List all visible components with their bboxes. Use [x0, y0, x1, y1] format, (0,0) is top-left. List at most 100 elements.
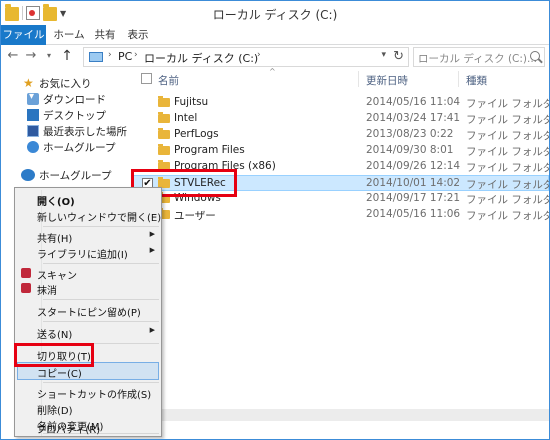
file-type: ファイル フォルダー	[466, 194, 549, 206]
nav-item-downloads[interactable]: ダウンロード	[27, 91, 106, 107]
column-header-type[interactable]: 種類	[466, 73, 487, 88]
column-header-name[interactable]: 名前	[158, 73, 179, 88]
file-list: ^ 名前 更新日時 種類 Fujitsu 2014/05/16 11:04 ファ…	[132, 67, 549, 439]
explorer-window: ▼ ローカル ディスク (C:) ファイル ホーム 共有 表示 ← → ▾ ↑ …	[0, 0, 550, 440]
column-headers: ^ 名前 更新日時 種類	[134, 67, 549, 89]
breadcrumb-current[interactable]: ローカル ディスク (C:)	[144, 50, 258, 66]
window-title: ローカル ディスク (C:)	[212, 8, 338, 22]
file-name: Program Files	[174, 144, 245, 156]
nav-item-homegroup-fav[interactable]: ホームグループ	[27, 139, 116, 155]
nav-label: ダウンロード	[43, 93, 106, 106]
menu-item-send-to[interactable]: 送る(N) ▶	[17, 324, 159, 341]
menu-item-properties[interactable]: プロパティ(R)	[16, 419, 158, 436]
file-type: ファイル フォルダー	[466, 98, 549, 110]
menu-item-erase[interactable]: 抹消	[17, 280, 159, 297]
context-menu: 開く(O) 新しいウィンドウで開く(E) 共有(H) ▶ ライブラリに追加(I)…	[14, 187, 162, 437]
menu-divider	[43, 321, 159, 322]
chevron-right-icon[interactable]: ›	[134, 50, 138, 60]
submenu-arrow-icon: ▶	[149, 326, 155, 334]
breadcrumb-pc[interactable]: PC	[118, 50, 132, 63]
file-name: PerfLogs	[174, 128, 219, 140]
select-all-checkbox[interactable]	[141, 73, 152, 84]
back-arrow-icon[interactable]: ←	[5, 48, 21, 64]
refresh-icon[interactable]: ↻	[393, 49, 404, 64]
menu-item-label: ライブラリに追加(I)	[37, 250, 128, 261]
column-header-date[interactable]: 更新日時	[366, 73, 408, 88]
download-icon	[27, 91, 39, 105]
sort-ascending-icon: ^	[269, 67, 276, 76]
folder-icon	[158, 112, 170, 123]
file-type: ファイル フォルダー	[466, 130, 549, 142]
pc-icon	[89, 52, 103, 62]
recent-places-icon	[27, 125, 39, 137]
column-divider[interactable]	[458, 71, 459, 87]
tab-share[interactable]: 共有	[91, 25, 119, 45]
address-dropdown-icon[interactable]: ▾	[381, 50, 386, 60]
column-divider[interactable]	[358, 71, 359, 87]
nav-label: お気に入り	[39, 77, 92, 90]
folder-icon	[158, 128, 170, 139]
recent-dropdown-icon[interactable]: ▾	[41, 48, 57, 64]
menu-item-delete[interactable]: 削除(D)	[17, 400, 159, 417]
nav-label: ホームグループ	[43, 141, 116, 154]
folder-icon	[158, 144, 170, 155]
menu-item-open-new-window[interactable]: 新しいウィンドウで開く(E)	[17, 207, 161, 224]
table-row[interactable]: ユーザー 2014/05/16 11:06 ファイル フォルダー	[134, 207, 549, 223]
address-bar[interactable]: › PC › ローカル ディスク (C:) › ▾ ↻	[83, 47, 409, 67]
menu-item-create-shortcut[interactable]: ショートカットの作成(S)	[17, 384, 159, 401]
highlight-box	[14, 343, 94, 367]
file-type: ファイル フォルダー	[466, 210, 549, 222]
folder-icon	[158, 96, 170, 107]
horizontal-scrollbar[interactable]	[161, 409, 549, 421]
file-date: 2014/10/01 14:02	[366, 177, 461, 189]
file-type: ファイル フォルダー	[466, 114, 549, 126]
nav-label: 最近表示した場所	[43, 125, 127, 138]
tab-file[interactable]: ファイル	[1, 25, 46, 45]
menu-item-label: 共有(H)	[37, 234, 73, 245]
table-row[interactable]: PerfLogs 2013/08/23 0:22 ファイル フォルダー	[134, 127, 549, 143]
title-bar: ▼ ローカル ディスク (C:)	[1, 1, 549, 25]
file-date: 2014/09/30 8:01	[366, 144, 454, 156]
file-name: ユーザー	[174, 210, 216, 222]
nav-item-favorites[interactable]: ★ お気に入り	[23, 75, 92, 91]
file-name: Fujitsu	[174, 96, 209, 108]
nav-item-recent-places[interactable]: 最近表示した場所	[27, 123, 127, 139]
nav-item-desktop[interactable]: デスクトップ	[27, 107, 106, 123]
homegroup-icon	[21, 169, 35, 181]
menu-item-label: 削除(D)	[37, 406, 73, 417]
tab-home[interactable]: ホーム	[51, 25, 87, 45]
chevron-right-icon[interactable]: ›	[257, 50, 261, 60]
file-date: 2014/05/16 11:04	[366, 96, 461, 108]
menu-item-label: ショートカットの作成(S)	[37, 390, 152, 401]
menu-item-open[interactable]: 開く(O)	[17, 191, 159, 208]
menu-item-label: コピー(C)	[37, 369, 82, 380]
menu-item-label: 送る(N)	[37, 330, 73, 341]
search-box[interactable]: ローカル ディスク (C:)...	[413, 47, 545, 67]
menu-item-add-to-library[interactable]: ライブラリに追加(I) ▶	[17, 244, 159, 261]
menu-item-share[interactable]: 共有(H) ▶	[17, 228, 159, 245]
up-arrow-icon[interactable]: ↑	[59, 48, 75, 64]
search-icon[interactable]	[530, 51, 540, 61]
menu-divider	[43, 263, 159, 264]
file-date: 2013/08/23 0:22	[366, 128, 454, 140]
table-row[interactable]: Program Files 2014/09/30 8:01 ファイル フォルダー	[134, 143, 549, 159]
tab-view[interactable]: 表示	[123, 25, 153, 45]
menu-divider	[43, 299, 159, 300]
menu-item-pin-to-start[interactable]: スタートにピン留め(P)	[17, 302, 159, 319]
nav-label: ホームグループ	[39, 169, 112, 182]
chevron-right-icon[interactable]: ›	[108, 50, 112, 60]
file-date: 2014/05/16 11:06	[366, 208, 461, 220]
ribbon-tabs: ファイル ホーム 共有 表示	[1, 25, 549, 45]
menu-item-label: プロパティ(R)	[36, 425, 101, 436]
address-row: ← → ▾ ↑ › PC › ローカル ディスク (C:) › ▾ ↻ ローカル…	[1, 45, 549, 69]
forward-arrow-icon[interactable]: →	[23, 48, 39, 64]
table-row[interactable]: Intel 2014/03/24 17:41 ファイル フォルダー	[134, 111, 549, 127]
nav-item-homegroup[interactable]: ホームグループ	[21, 167, 112, 183]
search-input[interactable]: ローカル ディスク (C:)...	[418, 51, 537, 66]
file-type: ファイル フォルダー	[466, 162, 549, 174]
antivirus-icon	[21, 268, 31, 278]
star-icon: ★	[23, 76, 34, 90]
table-row[interactable]: Fujitsu 2014/05/16 11:04 ファイル フォルダー	[134, 95, 549, 111]
nav-label: デスクトップ	[43, 109, 106, 122]
antivirus-icon	[21, 283, 31, 293]
